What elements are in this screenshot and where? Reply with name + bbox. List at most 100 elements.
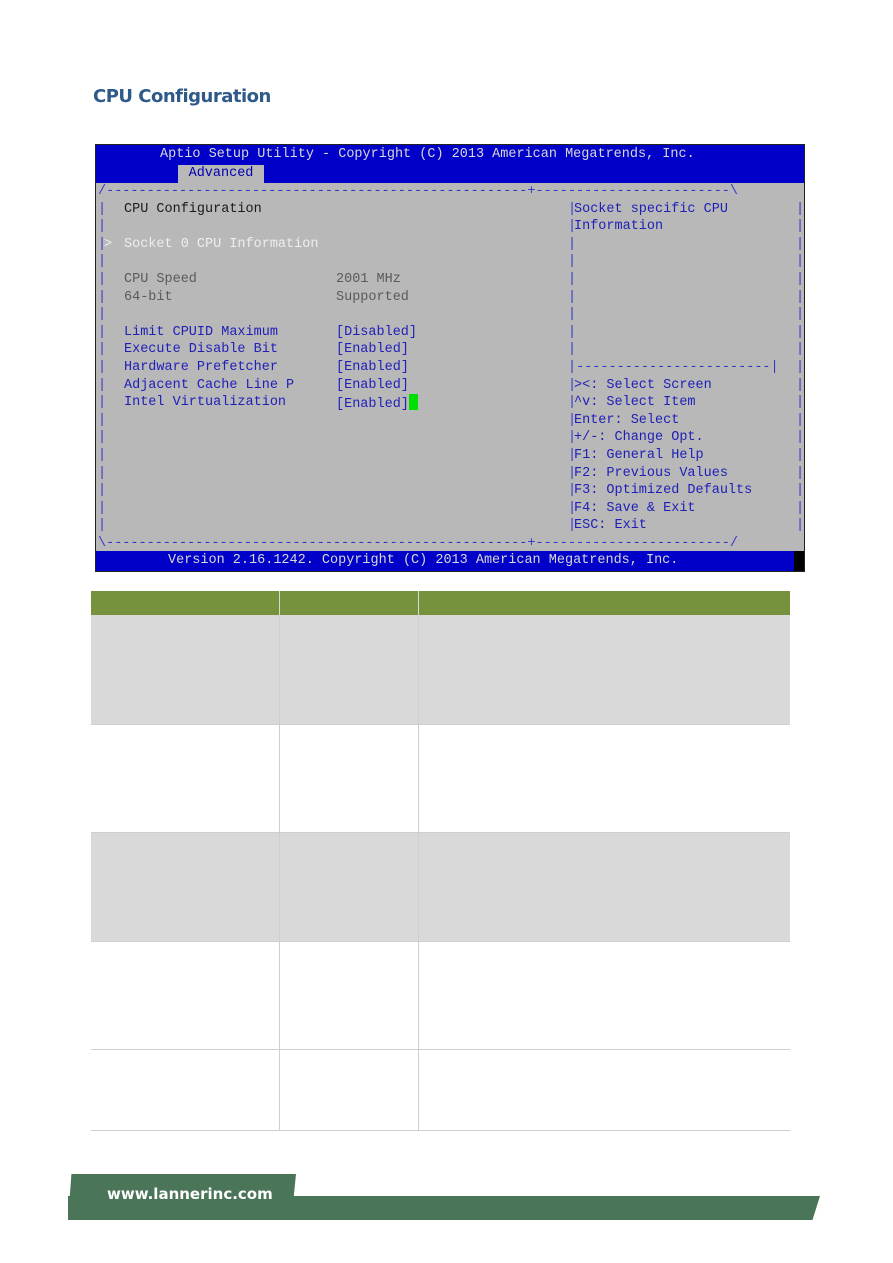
table-cell (279, 1049, 420, 1131)
setting-label-intel-virtualization[interactable]: Intel Virtualization (124, 394, 286, 412)
bios-main-frame: /---------------------------------------… (96, 183, 804, 551)
bios-header: Aptio Setup Utility - Copyright (C) 2013… (96, 145, 804, 183)
table-cell (418, 1049, 790, 1131)
table-cell (91, 941, 281, 1050)
frame-vertical-bar: | (796, 236, 805, 252)
help-divider: |------------------------| (568, 360, 779, 375)
frame-vertical-bar: | (796, 483, 805, 499)
frame-vertical-bar: | (568, 289, 577, 305)
frame-vertical-bar: | (98, 430, 107, 446)
info-value-cpu-speed: 2001 MHz (336, 272, 401, 287)
frame-vertical-bar: | (796, 324, 805, 340)
frame-vertical-bar: | (568, 254, 577, 270)
frame-vertical-bar: | (796, 289, 805, 305)
table-cell (418, 615, 790, 725)
frame-vertical-bar: | (98, 395, 107, 411)
frame-vertical-bar: | (98, 254, 107, 270)
frame-vertical-bar: | (98, 500, 107, 516)
text-cursor (408, 394, 418, 411)
frame-vertical-bar: | (796, 254, 805, 270)
frame-vertical-bar: | (98, 448, 107, 463)
setting-label-adjacent-cache[interactable]: Adjacent Cache Line P (124, 377, 294, 395)
table-cell (91, 615, 281, 725)
setting-label-hw-prefetcher[interactable]: Hardware Prefetcher (124, 359, 278, 377)
frame-top-border: /---------------------------------------… (98, 184, 739, 199)
table-cell (279, 615, 420, 725)
frame-vertical-bar: | (98, 360, 107, 375)
frame-vertical-bar: | (796, 307, 805, 323)
frame-vertical-bar: | (98, 324, 107, 340)
table-row (91, 832, 790, 942)
key-help-f3: F3: Optimized Defaults (574, 483, 753, 499)
info-value-64bit: Supported (336, 289, 409, 305)
table-cell (418, 832, 790, 942)
bios-footer: Version 2.16.1242. Copyright (C) 2013 Am… (96, 551, 794, 571)
frame-vertical-bar: | (98, 201, 107, 217)
frame-vertical-bar: | (796, 377, 805, 393)
setting-value-adjacent-cache[interactable]: [Enabled] (336, 377, 409, 395)
bios-version-text: Version 2.16.1242. Copyright (C) 2013 Am… (168, 553, 679, 568)
help-text-line-1: Socket specific CPU (574, 201, 728, 217)
table-cell (418, 724, 790, 833)
key-help-f4: F4: Save & Exit (574, 500, 696, 516)
setting-intel-virtualization[interactable]: [Enabled] (336, 394, 418, 414)
section-heading: CPU Configuration (124, 201, 262, 217)
setting-value-limit-cpuid[interactable]: [Disabled] (336, 324, 417, 342)
setting-label-limit-cpuid[interactable]: Limit CPUID Maximum (124, 324, 278, 342)
page-title: CPU Configuration (93, 86, 271, 107)
frame-vertical-bar: | (796, 360, 805, 375)
frame-vertical-bar: | (98, 307, 107, 323)
settings-description-table (91, 591, 790, 1131)
frame-vertical-bar: | (796, 465, 805, 481)
frame-vertical-bar: | (98, 483, 107, 499)
table-cell (91, 832, 281, 942)
bios-footer-edge (794, 551, 804, 571)
setting-value-intel-virtualization[interactable]: [Enabled] (336, 397, 409, 412)
table-row (91, 724, 790, 833)
key-help-change-opt: +/-: Change Opt. (574, 430, 704, 446)
key-help-enter: Enter: Select (574, 412, 680, 428)
frame-vertical-bar: | (98, 219, 107, 235)
frame-vertical-bar: | (98, 412, 107, 428)
key-help-esc: ESC: Exit (574, 518, 647, 534)
table-header-row (91, 591, 790, 615)
key-help-f2: F2: Previous Values (574, 465, 728, 481)
table-cell (91, 724, 281, 833)
frame-vertical-bar: | (98, 465, 107, 481)
frame-vertical-bar: | (98, 272, 107, 287)
key-help-f1: F1: General Help (574, 448, 704, 463)
table-cell (279, 832, 420, 942)
frame-vertical-bar: | (796, 518, 805, 534)
frame-vertical-bar: | (796, 448, 805, 463)
setting-label-execute-disable[interactable]: Execute Disable Bit (124, 341, 278, 359)
table-row (91, 1049, 790, 1131)
frame-vertical-bar: | (796, 412, 805, 428)
key-help-select-item: ^v: Select Item (574, 395, 696, 411)
frame-vertical-bar: | (796, 201, 805, 217)
submenu-socket0-cpu-info[interactable]: Socket 0 CPU Information (124, 236, 318, 254)
setting-value-hw-prefetcher[interactable]: [Enabled] (336, 359, 409, 377)
tab-advanced[interactable]: Advanced (178, 165, 264, 183)
submenu-arrow-icon: > (104, 236, 113, 252)
frame-vertical-bar: | (98, 518, 107, 534)
frame-vertical-bar: | (98, 377, 107, 393)
table-cell (279, 724, 420, 833)
frame-vertical-bar: | (796, 430, 805, 446)
table-header-cell (279, 591, 420, 615)
info-label-64bit: 64-bit (124, 289, 173, 305)
table-row (91, 941, 790, 1050)
info-label-cpu-speed: CPU Speed (124, 272, 197, 287)
setting-value-execute-disable[interactable]: [Enabled] (336, 341, 409, 359)
frame-vertical-bar: | (98, 342, 107, 358)
frame-vertical-bar: | (796, 395, 805, 411)
table-row (91, 615, 790, 725)
help-text-line-2: Information (574, 219, 664, 235)
frame-vertical-bar: | (796, 272, 805, 287)
table-header-cell (418, 591, 790, 615)
table-cell (91, 1049, 281, 1131)
frame-vertical-bar: | (568, 324, 577, 340)
bios-setup-screenshot: Aptio Setup Utility - Copyright (C) 2013… (95, 144, 805, 572)
frame-vertical-bar: | (98, 289, 107, 305)
footer-website-link[interactable]: www.lannerinc.com (107, 1185, 273, 1203)
key-help-select-screen: ><: Select Screen (574, 377, 712, 393)
